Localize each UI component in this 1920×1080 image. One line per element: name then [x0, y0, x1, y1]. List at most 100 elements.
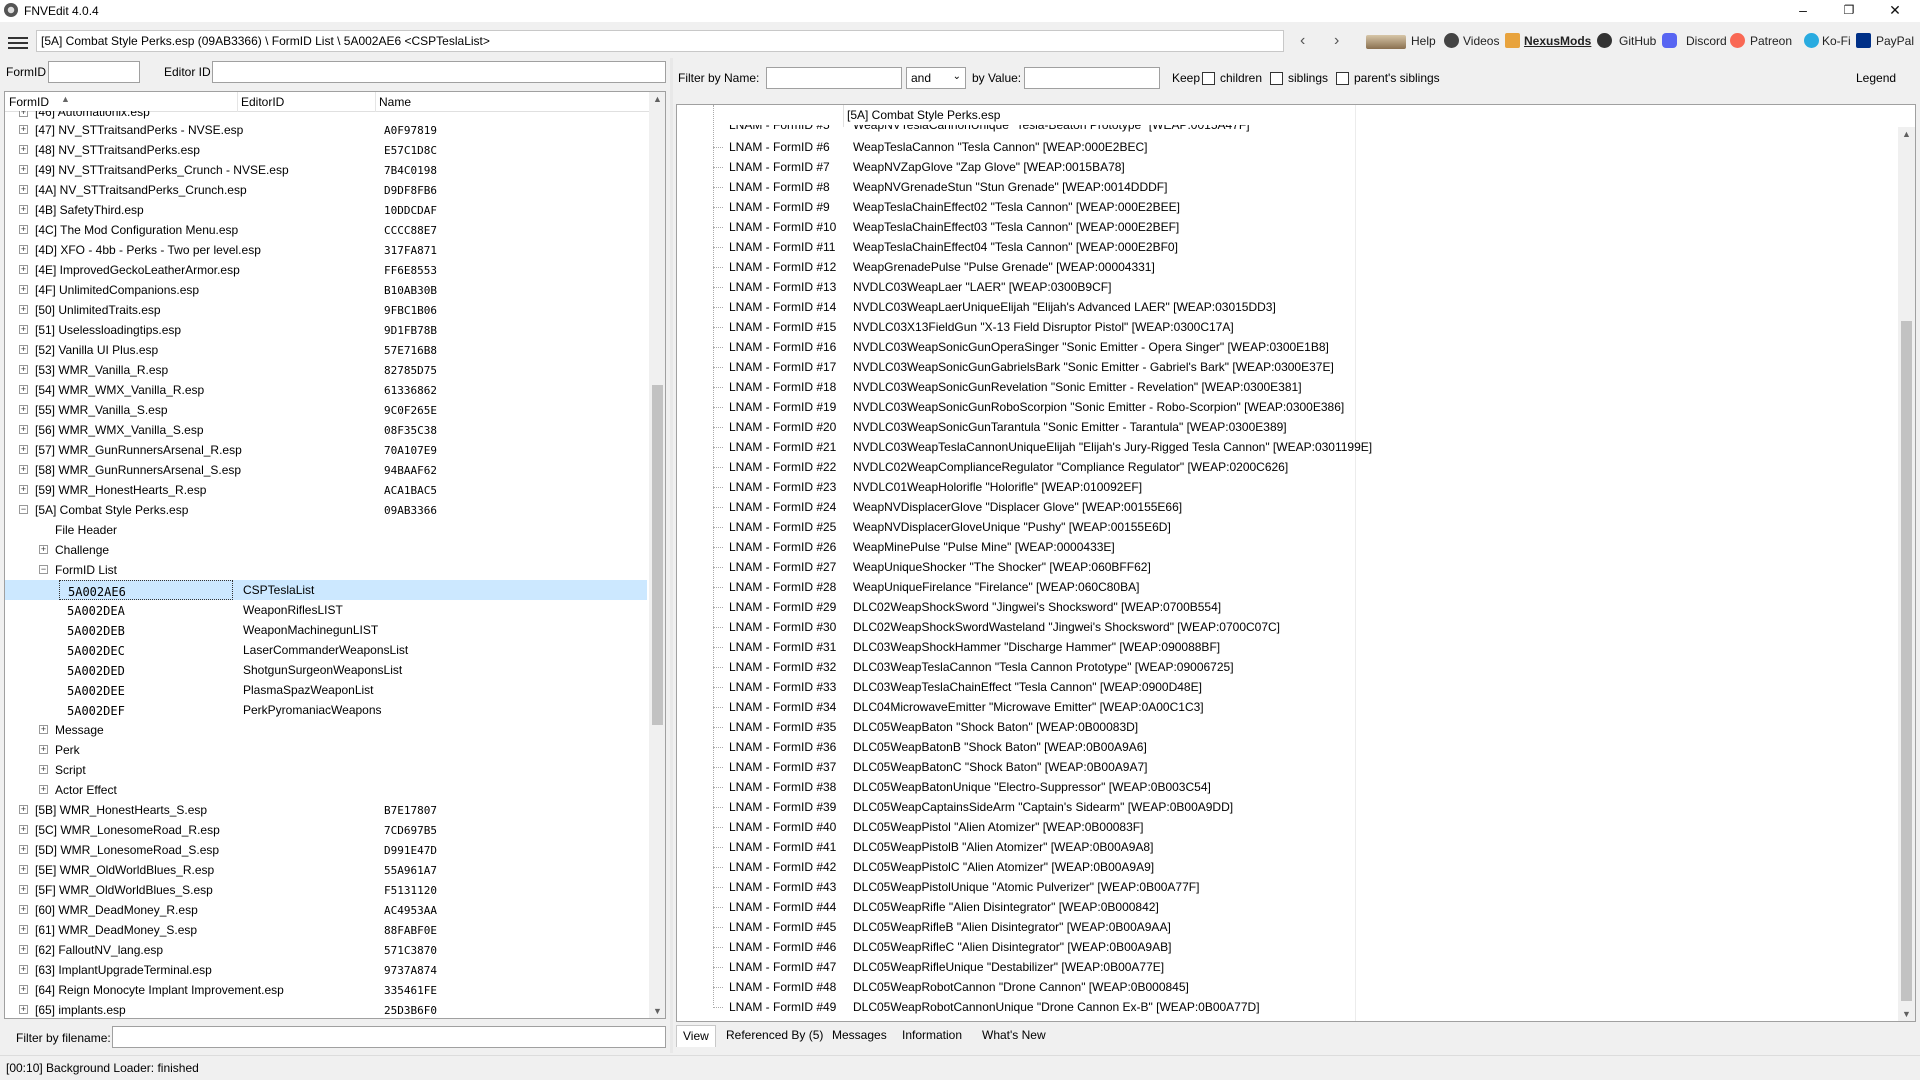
lnam-row[interactable]: LNAM - FormID #5 WeapNVTeslaCannonUnique …: [677, 125, 1897, 137]
plugin-row[interactable]: + [4B] SafetyThird.esp 10DDCDAF: [5, 200, 647, 220]
lnam-row[interactable]: LNAM - FormID #39 DLC05WeapCaptainsSideAr…: [677, 797, 1897, 817]
expand-icon[interactable]: +: [19, 305, 28, 314]
lnam-row[interactable]: LNAM - FormID #22 NVDLC02WeapComplianceRe…: [677, 457, 1897, 477]
formid-input[interactable]: [48, 61, 140, 83]
expand-icon[interactable]: +: [19, 185, 28, 194]
lnam-row[interactable]: LNAM - FormID #10 WeapTeslaChainEffect03 …: [677, 217, 1897, 237]
lnam-row[interactable]: LNAM - FormID #13 NVDLC03WeapLaer "LAER" …: [677, 277, 1897, 297]
plugin-row[interactable]: + [62] FalloutNV_lang.esp 571C3870: [5, 940, 647, 960]
tab-referenced-by-5[interactable]: Referenced By (5): [720, 1025, 829, 1047]
view-scrollbar-thumb[interactable]: [1901, 321, 1912, 1001]
patreon-icon[interactable]: [1730, 33, 1745, 48]
kofi-icon[interactable]: [1804, 33, 1819, 48]
plugin-row[interactable]: + [50] UnlimitedTraits.esp 9FBC1B06: [5, 300, 647, 320]
lnam-row[interactable]: LNAM - FormID #27 WeapUniqueShocker "The …: [677, 557, 1897, 577]
lnam-row[interactable]: LNAM - FormID #24 WeapNVDisplacerGlove "D…: [677, 497, 1897, 517]
plugin-row[interactable]: + [5B] WMR_HonestHearts_S.esp B7E17807: [5, 800, 647, 820]
record-path-field[interactable]: [5A] Combat Style Perks.esp (09AB3366) \…: [36, 30, 1284, 52]
plugin-row[interactable]: + [4E] ImprovedGeckoLeatherArmor.esp FF6E8…: [5, 260, 647, 280]
lnam-row[interactable]: LNAM - FormID #15 NVDLC03X13FieldGun "X-1…: [677, 317, 1897, 337]
help-book-icon[interactable]: [1366, 35, 1406, 49]
lnam-row[interactable]: LNAM - FormID #11 WeapTeslaChainEffect04 …: [677, 237, 1897, 257]
plugin-row[interactable]: + [4F] UnlimitedCompanions.esp B10AB30B: [5, 280, 647, 300]
formid-list-record-row[interactable]: 5A002DEF PerkPyromaniacWeapons: [5, 700, 647, 720]
tab-what-s-new[interactable]: What's New: [976, 1025, 1052, 1047]
formid-list-record-row[interactable]: 5A002DED ShotgunSurgeonWeaponsList: [5, 660, 647, 680]
expand-icon[interactable]: +: [19, 965, 28, 974]
lnam-row[interactable]: LNAM - FormID #6 WeapTeslaCannon "Tesla C…: [677, 137, 1897, 157]
lnam-row[interactable]: LNAM - FormID #42 DLC05WeapPistolC "Alien…: [677, 857, 1897, 877]
expand-icon[interactable]: +: [19, 345, 28, 354]
lnam-row[interactable]: LNAM - FormID #9 WeapTeslaChainEffect02 "…: [677, 197, 1897, 217]
back-arrow-icon[interactable]: ‹: [1300, 32, 1305, 50]
nexusmods-link[interactable]: NexusMods: [1524, 34, 1591, 48]
expand-icon[interactable]: +: [19, 825, 28, 834]
lnam-row[interactable]: LNAM - FormID #35 DLC05WeapBaton "Shock B…: [677, 717, 1897, 737]
lnam-row[interactable]: LNAM - FormID #46 DLC05WeapRifleC "Alien …: [677, 937, 1897, 957]
plugin-row[interactable]: + [47] NV_STTraitsandPerks - NVSE.esp A0F9…: [5, 120, 647, 140]
editorid-input[interactable]: [212, 61, 666, 83]
legend-button[interactable]: Legend: [1856, 71, 1896, 85]
formid-list-record-row[interactable]: 5A002DEE PlasmaSpazWeaponList: [5, 680, 647, 700]
expand-icon[interactable]: +: [19, 405, 28, 414]
plugin-row[interactable]: + [61] WMR_DeadMoney_S.esp 88FABF0E: [5, 920, 647, 940]
plugin-row[interactable]: + [58] WMR_GunRunnersArsenal_S.esp 94BAAF6…: [5, 460, 647, 480]
lnam-row[interactable]: LNAM - FormID #41 DLC05WeapPistolB "Alien…: [677, 837, 1897, 857]
lnam-row[interactable]: LNAM - FormID #29 DLC02WeapShockSword "Ji…: [677, 597, 1897, 617]
lnam-row[interactable]: LNAM - FormID #12 WeapGrenadePulse "Pulse…: [677, 257, 1897, 277]
keep-siblings-checkbox[interactable]: [1270, 72, 1283, 85]
expand-icon[interactable]: +: [19, 205, 28, 214]
lnam-row[interactable]: LNAM - FormID #14 NVDLC03WeapLaerUniqueEl…: [677, 297, 1897, 317]
record-group-row[interactable]: + Challenge: [5, 540, 647, 560]
lnam-row[interactable]: LNAM - FormID #7 WeapNVZapGlove "Zap Glov…: [677, 157, 1897, 177]
lnam-row[interactable]: LNAM - FormID #37 DLC05WeapBatonC "Shock …: [677, 757, 1897, 777]
expand-icon[interactable]: +: [19, 285, 28, 294]
discord-link[interactable]: Discord: [1686, 34, 1727, 48]
expand-icon[interactable]: +: [19, 111, 28, 117]
expand-icon[interactable]: +: [19, 945, 28, 954]
close-button[interactable]: ✕: [1872, 0, 1918, 22]
lnam-row[interactable]: LNAM - FormID #36 DLC05WeapBatonB "Shock …: [677, 737, 1897, 757]
plugin-row[interactable]: + [60] WMR_DeadMoney_R.esp AC4953AA: [5, 900, 647, 920]
plugin-row[interactable]: + [52] Vanilla UI Plus.esp 57E716B8: [5, 340, 647, 360]
record-group-row[interactable]: − FormID List: [5, 560, 647, 580]
collapse-icon[interactable]: −: [19, 505, 28, 514]
record-group-row[interactable]: + Script: [5, 760, 647, 780]
record-group-row[interactable]: + Actor Effect: [5, 780, 647, 800]
lnam-row[interactable]: LNAM - FormID #48 DLC05WeapRobotCannon "D…: [677, 977, 1897, 997]
name-column-header[interactable]: Name: [379, 95, 411, 109]
editorid-column-header[interactable]: EditorID: [237, 95, 284, 109]
plugin-row[interactable]: + [5E] WMR_OldWorldBlues_R.esp 55A961A7: [5, 860, 647, 880]
lnam-row[interactable]: LNAM - FormID #31 DLC03WeapShockHammer "D…: [677, 637, 1897, 657]
plugin-row[interactable]: + [55] WMR_Vanilla_S.esp 9C0F265E: [5, 400, 647, 420]
plugin-row[interactable]: − [5A] Combat Style Perks.esp 09AB3366: [5, 500, 647, 520]
help-link[interactable]: Help: [1411, 34, 1436, 48]
lnam-row[interactable]: LNAM - FormID #44 DLC05WeapRifle "Alien D…: [677, 897, 1897, 917]
plugin-row[interactable]: + [5C] WMR_LonesomeRoad_R.esp 7CD697B5: [5, 820, 647, 840]
record-group-row[interactable]: File Header: [5, 520, 647, 540]
hamburger-menu-icon[interactable]: [8, 34, 28, 50]
tab-view[interactable]: View: [676, 1025, 716, 1047]
plugin-row[interactable]: + [4A] NV_STTraitsandPerks_Crunch.esp D9DF…: [5, 180, 647, 200]
scroll-up-icon[interactable]: ▲: [649, 94, 665, 104]
lnam-row[interactable]: LNAM - FormID #20 NVDLC03WeapSonicGunTara…: [677, 417, 1897, 437]
formid-list-record-row[interactable]: 5A002DEC LaserCommanderWeaponsList: [5, 640, 647, 660]
expand-icon[interactable]: +: [19, 125, 28, 134]
github-link[interactable]: GitHub: [1619, 34, 1656, 48]
forward-arrow-icon[interactable]: ›: [1334, 32, 1339, 50]
expand-icon[interactable]: +: [19, 225, 28, 234]
expand-icon[interactable]: +: [19, 365, 28, 374]
lnam-row[interactable]: LNAM - FormID #32 DLC03WeapTeslaCannon "T…: [677, 657, 1897, 677]
expand-icon[interactable]: +: [19, 265, 28, 274]
plugin-row[interactable]: + [46] Automationix.esp: [5, 111, 647, 120]
expand-icon[interactable]: +: [39, 785, 48, 794]
videos-link[interactable]: Videos: [1463, 34, 1499, 48]
collapse-icon[interactable]: −: [39, 565, 48, 574]
expand-icon[interactable]: +: [19, 325, 28, 334]
expand-icon[interactable]: +: [19, 445, 28, 454]
lnam-row[interactable]: LNAM - FormID #30 DLC02WeapShockSwordWast…: [677, 617, 1897, 637]
videos-icon[interactable]: [1444, 33, 1459, 48]
formid-list-record-row[interactable]: 5A002AE6 CSPTeslaList: [5, 580, 647, 600]
lnam-row[interactable]: LNAM - FormID #38 DLC05WeapBatonUnique "E…: [677, 777, 1897, 797]
lnam-row[interactable]: LNAM - FormID #25 WeapNVDisplacerGloveUni…: [677, 517, 1897, 537]
